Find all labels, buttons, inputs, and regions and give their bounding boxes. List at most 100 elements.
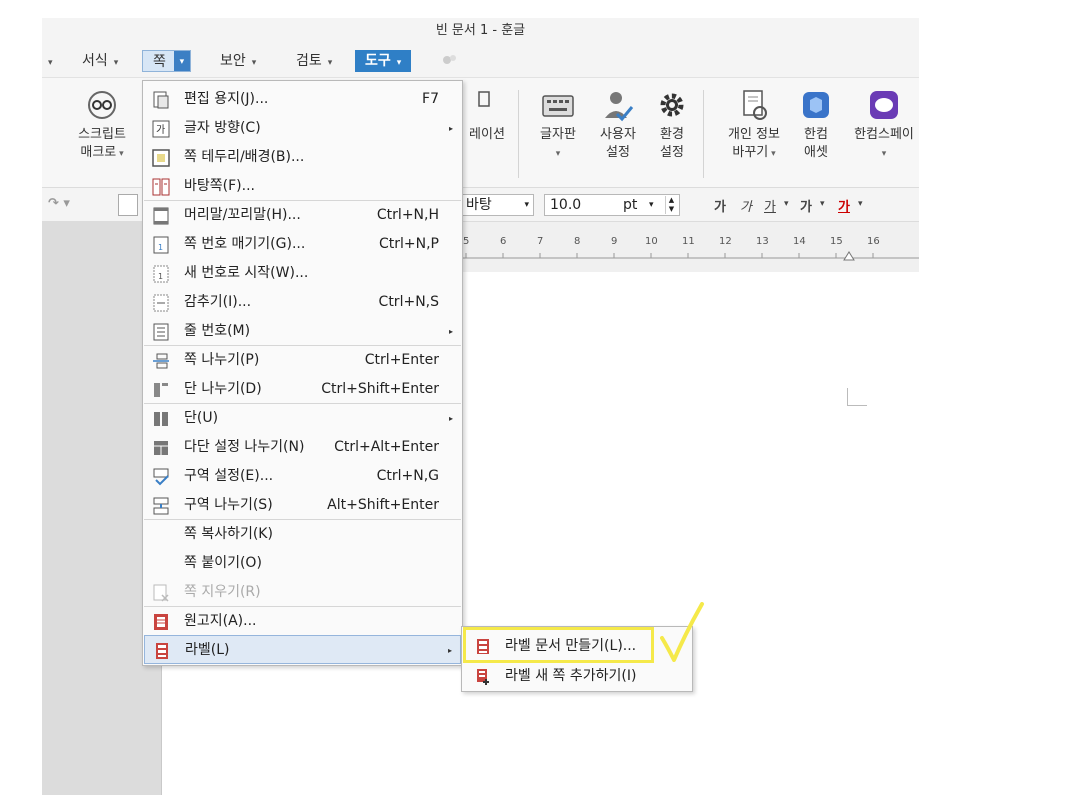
font-size-field[interactable]: 10.0 pt ▾ ▲ ▼ xyxy=(544,194,680,216)
page-border-icon xyxy=(152,149,170,167)
chevron-down-icon[interactable]: ▾ xyxy=(820,199,825,209)
hancom-space-button[interactable]: 한컴스페이 ▾ xyxy=(844,88,924,163)
svg-text:1: 1 xyxy=(158,243,163,252)
menu-item-hide[interactable]: 감추기(I)... Ctrl+N,S xyxy=(144,288,461,317)
size-stepper[interactable]: ▲ ▼ xyxy=(665,196,677,214)
menu-page[interactable]: 쪽 ▾ xyxy=(142,50,191,72)
window-title: 빈 문서 1 - 훈글 xyxy=(42,18,919,44)
hancom-asset-button[interactable]: 한컴 애셋 xyxy=(794,88,838,162)
redo-icon[interactable]: ↷ ▾ xyxy=(48,196,70,211)
chevron-down-icon: ▾ xyxy=(555,149,561,159)
submenu-arrow-icon: ▸ xyxy=(448,414,453,423)
bold-button[interactable]: 가 xyxy=(714,196,726,215)
chevron-down-icon: ▾ xyxy=(768,149,776,159)
add-label-page-icon xyxy=(477,669,489,685)
submenu-arrow-icon: ▸ xyxy=(448,124,453,133)
menu-item-label[interactable]: 라벨(L) ▸ xyxy=(144,635,461,664)
ribbon-minimize-icon[interactable] xyxy=(440,52,460,74)
keyboard-button[interactable]: 글자판 ▾ xyxy=(530,88,586,163)
menu-security[interactable]: 보안 ▾ xyxy=(220,50,256,72)
label-icon xyxy=(156,643,168,659)
menubar: ▾ 서식 ▾ 쪽 ▾ 보안 ▾ 검토 ▾ 도구 ▾ xyxy=(42,44,919,78)
chevron-down-icon: ▾ xyxy=(113,58,119,68)
hancom-asset-icon xyxy=(803,92,829,118)
svg-text:가: 가 xyxy=(156,124,165,136)
chevron-down-icon: ▾ xyxy=(524,200,529,210)
menu-item-column-break[interactable]: 단 나누기(D) Ctrl+Shift+Enter xyxy=(144,375,461,404)
page-corner-mark xyxy=(847,388,867,406)
hancom-space-icon xyxy=(870,91,898,119)
menu-review[interactable]: 검토 ▾ xyxy=(296,50,332,72)
column-break-icon xyxy=(154,383,168,397)
page-dropdown-menu: 편집 용지(J)... F7 가 글자 방향(C) ▸ 쪽 테두리/배경(B).… xyxy=(142,80,463,666)
header-footer-icon xyxy=(153,207,169,225)
new-number-icon: 1 xyxy=(153,265,169,283)
manuscript-icon xyxy=(154,614,168,630)
menu-item-master-page[interactable]: 바탕쪽(F)... xyxy=(144,172,461,201)
menu-item-columns[interactable]: 단(U) ▸ xyxy=(144,404,461,433)
menu-item-paste-page[interactable]: 쪽 붙이기(O) xyxy=(144,549,461,578)
delete-page-icon xyxy=(153,584,169,602)
menu-item-section-break[interactable]: 구역 나누기(S) Alt+Shift+Enter xyxy=(144,491,461,520)
chevron-down-icon[interactable]: ▾ xyxy=(858,199,863,209)
animation-icon xyxy=(478,91,490,107)
section-break-icon xyxy=(153,497,169,515)
user-settings-button[interactable]: 사용자 설정 xyxy=(590,88,646,162)
menu-tools[interactable]: 도구 ▾ xyxy=(355,50,412,72)
text-direction-icon: 가 xyxy=(152,120,170,138)
chevron-down-icon: ▾ xyxy=(649,200,654,210)
italic-button[interactable]: 가 xyxy=(740,196,752,215)
chevron-down-icon: ▾ xyxy=(396,58,402,68)
menu-item-new-number[interactable]: 1 새 번호로 시작(W)... xyxy=(144,259,461,288)
strike-button[interactable]: 가 xyxy=(800,196,812,215)
menu-item-manuscript[interactable]: 원고지(A)... xyxy=(144,607,461,636)
keyboard-icon xyxy=(542,95,574,117)
master-page-icon xyxy=(152,178,170,196)
script-macro-icon xyxy=(88,91,116,119)
document-privacy-icon xyxy=(743,90,767,120)
section-setup-icon xyxy=(153,468,169,486)
chevron-down-icon[interactable]: ▾ xyxy=(784,199,789,209)
chevron-down-icon: ▾ xyxy=(251,58,257,68)
page-number-icon: 1 xyxy=(153,236,169,254)
svg-text:1: 1 xyxy=(158,272,163,281)
menu-item-paper-setup[interactable]: 편집 용지(J)... F7 xyxy=(144,85,461,114)
menu-item-multi-column-break[interactable]: 다단 설정 나누기(N) Ctrl+Alt+Enter xyxy=(144,433,461,462)
page-setup-icon xyxy=(153,91,169,109)
script-macro-button[interactable]: 스크립트 매크로 ▾ xyxy=(70,88,134,163)
submenu-arrow-icon: ▸ xyxy=(448,327,453,336)
menu-item-text-direction[interactable]: 가 글자 방향(C) ▸ xyxy=(144,114,461,143)
chevron-down-icon[interactable]: ▾ xyxy=(173,51,190,71)
menu-item-copy-page[interactable]: 쪽 복사하기(K) xyxy=(144,520,461,549)
columns-icon xyxy=(154,412,168,426)
menu-item-delete-page: 쪽 지우기(R) xyxy=(144,578,461,607)
font-name-field[interactable]: 바탕 ▾ xyxy=(460,194,534,216)
environment-settings-button[interactable]: 환경 설정 xyxy=(646,88,698,162)
chevron-down-icon: ▾ xyxy=(881,149,887,159)
chevron-down-icon: ▾ xyxy=(327,58,333,68)
privacy-change-button[interactable]: 개인 정보 바꾸기 ▾ xyxy=(718,88,790,163)
menu-item-page-numbering[interactable]: 1 쪽 번호 매기기(G)... Ctrl+N,P xyxy=(144,230,461,259)
user-settings-icon xyxy=(605,92,634,122)
menu-arrow-icon[interactable]: ▾ xyxy=(48,50,53,72)
ruler-scale[interactable]: 5 6 7 8 9 10 11 12 13 14 15 16 xyxy=(460,236,919,262)
checkmark-annotation-icon xyxy=(660,602,704,662)
menu-item-section-setup[interactable]: 구역 설정(E)... Ctrl+N,G xyxy=(144,462,461,491)
menu-item-page-break[interactable]: 쪽 나누기(P) Ctrl+Enter xyxy=(144,346,461,375)
divider xyxy=(703,90,704,178)
gear-icon xyxy=(660,93,684,117)
menu-item-line-number[interactable]: 줄 번호(M) ▸ xyxy=(144,317,461,346)
menu-item-page-border[interactable]: 쪽 테두리/배경(B)... xyxy=(144,143,461,172)
divider xyxy=(518,90,519,178)
multi-column-icon xyxy=(154,441,168,455)
page-break-icon xyxy=(153,353,169,369)
animation-button[interactable]: 레이션 xyxy=(454,88,520,144)
underline-button[interactable]: 가 xyxy=(764,196,776,215)
chevron-down-icon: ▾ xyxy=(116,149,124,159)
submenu-item-add-label-page[interactable]: 라벨 새 쪽 추가하기(I) xyxy=(463,661,691,691)
menu-item-header-footer[interactable]: 머리말/꼬리말(H)... Ctrl+N,H xyxy=(144,201,461,230)
highlight-annotation-box xyxy=(463,627,654,663)
menu-format[interactable]: 서식 ▾ xyxy=(82,50,118,72)
font-color-button[interactable]: 가 xyxy=(838,196,850,215)
align-icon[interactable] xyxy=(118,194,138,216)
